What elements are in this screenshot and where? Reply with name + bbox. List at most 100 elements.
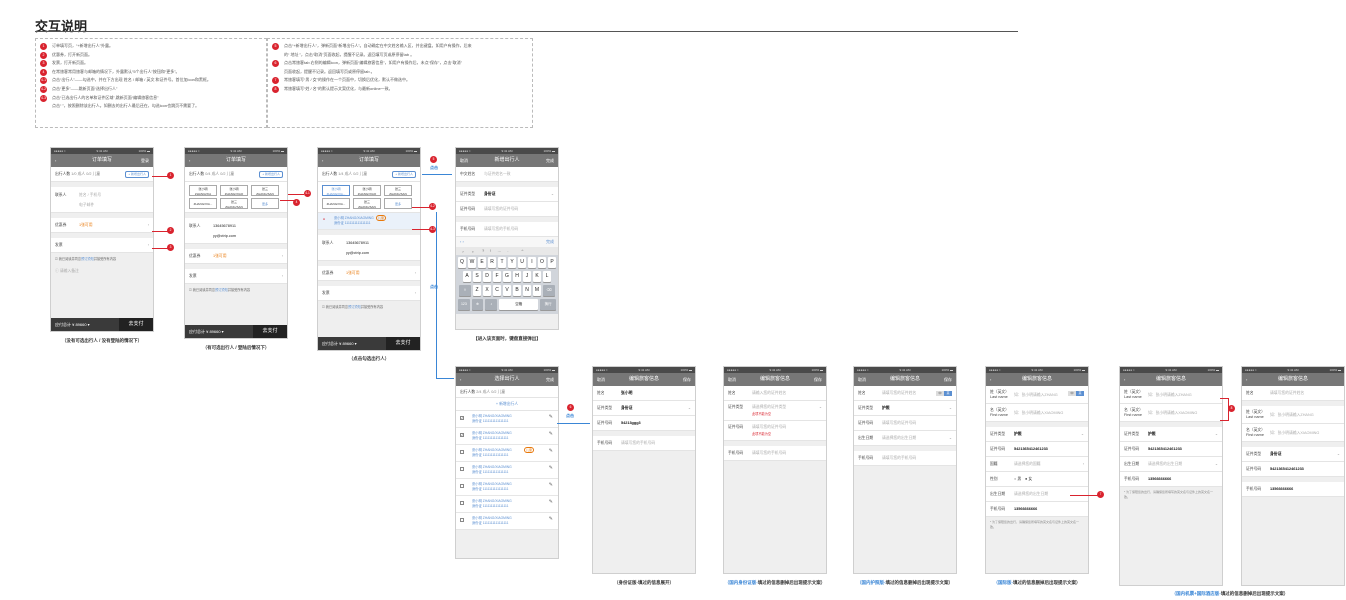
- keyboard-done-button[interactable]: 完成: [546, 237, 554, 247]
- idtype-select[interactable]: 证件类型 护照 ⌄: [986, 427, 1088, 442]
- idtype-select[interactable]: 证件类型 身份证 ⌄: [456, 187, 558, 202]
- phone-field[interactable]: 手机号码 13566666666: [1242, 482, 1344, 497]
- edit-icon[interactable]: ✎: [549, 500, 553, 505]
- traveler-chip[interactable]: 张三 ZHANG/SAN: [384, 185, 412, 196]
- list-item[interactable]: 张小明 ZHANG/XIAOMING 身份证 1111111111111111 ✎: [456, 513, 558, 530]
- remove-icon[interactable]: ⊖: [322, 218, 326, 222]
- edit-icon[interactable]: ✎: [549, 483, 553, 488]
- key[interactable]: M: [533, 285, 541, 296]
- punctuation-row[interactable]: ，。?!…. ^: [456, 247, 558, 255]
- booking-terms-link[interactable]: 预订须知: [215, 288, 228, 292]
- invoice-row[interactable]: 发票 ›: [318, 286, 420, 301]
- key[interactable]: W: [468, 257, 476, 268]
- key[interactable]: K: [533, 271, 541, 282]
- save-button[interactable]: 保存: [683, 373, 691, 386]
- edit-icon[interactable]: ✎: [549, 449, 553, 454]
- agreement[interactable]: ☑ 我已阅读并同意预订须知并接受所有内容: [318, 301, 420, 312]
- agreement[interactable]: ☑ 我已阅读并同意预订须知并接受所有内容: [51, 253, 153, 264]
- idtype-select[interactable]: 证件类型 护照 ⌄: [854, 401, 956, 416]
- last-name-field[interactable]: 姓（英文） Last name 如：张小明请输入ZHANG: [1242, 406, 1344, 424]
- key[interactable]: L: [543, 271, 551, 282]
- name-field[interactable]: 姓名 请填写您的证件姓名: [1242, 386, 1344, 401]
- edit-icon[interactable]: ✎: [549, 432, 553, 437]
- idtype-select[interactable]: 证件类型 身份证 ⌄: [593, 401, 695, 416]
- traveler-chip[interactable]: 张小明 ZHANG/XIAO: [220, 185, 248, 196]
- checkbox[interactable]: [460, 484, 464, 488]
- idtype-select[interactable]: 证件类型 护照 ⌄: [1120, 427, 1222, 442]
- phone-field[interactable]: 手机号码 13566666666: [1120, 472, 1222, 487]
- total-price[interactable]: 应付总计 ¥ 89660 ▾: [322, 341, 357, 346]
- booking-terms-link[interactable]: 预订须知: [81, 257, 94, 261]
- key[interactable]: R: [488, 257, 496, 268]
- key[interactable]: G: [503, 271, 511, 282]
- done-button[interactable]: 完成: [546, 154, 554, 167]
- total-price[interactable]: 应付总计 ¥ 89660 ▾: [189, 329, 224, 334]
- list-item[interactable]: 张小明 ZHANG/XIAOMING 身份证 1111111111111111 ✎: [456, 496, 558, 513]
- done-button[interactable]: 完成: [546, 373, 554, 386]
- contact-row[interactable]: 联系人 13645678911 yy@ctrip.com: [318, 235, 420, 261]
- key[interactable]: O: [538, 257, 546, 268]
- idno-field[interactable]: 证件号码 5421365412461233: [986, 442, 1088, 457]
- checkbox[interactable]: [460, 501, 464, 505]
- lang-toggle[interactable]: 中英: [936, 391, 952, 396]
- coupon-row[interactable]: 优惠券 1张可用 ›: [318, 266, 420, 281]
- back-icon[interactable]: ‹: [1124, 373, 1125, 386]
- key[interactable]: B: [513, 285, 521, 296]
- list-item[interactable]: ✓ 张小明 ZHANG/XIAOMING 身份证 1111111111111111 ✎: [456, 428, 558, 445]
- back-icon[interactable]: ‹: [55, 154, 56, 167]
- phone-field[interactable]: 手机号码 请填写您的手机号码: [456, 222, 558, 237]
- name-field[interactable]: 姓名 张小明: [593, 386, 695, 401]
- save-button[interactable]: 保存: [814, 373, 822, 386]
- idno-field[interactable]: 证件号码 54213ggg3: [593, 416, 695, 431]
- add-traveler-button[interactable]: + 新增出行人: [125, 171, 149, 178]
- last-name-field[interactable]: 姓（英文） Last name 如：张小明请输入ZHANG: [1120, 386, 1222, 404]
- remark-input[interactable]: ⓘ 请输入备注: [51, 264, 153, 279]
- key[interactable]: J: [523, 271, 531, 282]
- selected-traveler[interactable]: ⊖ 张小明 ZHANG/XIAOMING 儿童 身份证 111111111111111…: [318, 213, 420, 230]
- login-button[interactable]: 登录: [141, 154, 149, 167]
- mic-icon[interactable]: ♪: [485, 299, 498, 310]
- traveler-chip[interactable]: ZHANG/XIA...: [189, 198, 217, 209]
- backspace-icon[interactable]: ⌫: [543, 285, 555, 296]
- numbers-key[interactable]: 123: [458, 299, 470, 310]
- first-name-field[interactable]: 名（英文） First name 如：张小明请输入XIAOMING: [986, 404, 1088, 422]
- booking-terms-link[interactable]: 预订须知: [348, 305, 361, 309]
- traveler-chip[interactable]: 张三 ZHANG/SAN: [353, 198, 381, 209]
- idno-field[interactable]: 证件号码 请填写您的证件号码: [854, 416, 956, 431]
- key[interactable]: D: [483, 271, 491, 282]
- name-field[interactable]: 姓名 请填写您的证件姓名 中英: [854, 386, 956, 401]
- key[interactable]: Z: [473, 285, 481, 296]
- key[interactable]: I: [528, 257, 536, 268]
- coupon-row[interactable]: 优惠券 1张可用 ›: [185, 249, 287, 264]
- edit-icon[interactable]: ✎: [549, 415, 553, 420]
- coupon-row[interactable]: 优惠券 1张可用 ›: [51, 218, 153, 233]
- contact-row[interactable]: 联系人 13645678911 yy@ctrip.com: [185, 218, 287, 244]
- key[interactable]: T: [498, 257, 506, 268]
- back-icon[interactable]: ‹: [322, 154, 323, 167]
- prev-next-icon[interactable]: ‹ ›: [460, 237, 464, 247]
- checkbox[interactable]: [460, 450, 464, 454]
- pay-button[interactable]: 去支付: [253, 325, 287, 338]
- key[interactable]: P: [548, 257, 556, 268]
- shift-icon[interactable]: ⇧: [459, 285, 471, 296]
- more-travelers-button[interactable]: 更多: [251, 198, 279, 209]
- list-item[interactable]: 张小明 ZHANG/XIAOMING 身份证 1111111111111111 儿童…: [456, 445, 558, 462]
- key[interactable]: N: [523, 285, 531, 296]
- phone-field[interactable]: 手机号码 请填写您的手机号码: [593, 436, 695, 451]
- phone-field[interactable]: 手机号码 13566666666: [986, 502, 1088, 517]
- idno-field[interactable]: 证件号码 请填写您的证件号码 此项不能为空: [724, 421, 826, 441]
- key[interactable]: S: [473, 271, 481, 282]
- name-field[interactable]: 姓名 请输入您的证件姓名: [724, 386, 826, 401]
- key[interactable]: H: [513, 271, 521, 282]
- key[interactable]: Y: [508, 257, 516, 268]
- globe-icon[interactable]: ⊕: [471, 299, 484, 310]
- edit-icon[interactable]: ✎: [549, 466, 553, 471]
- contact-row[interactable]: 联系人 姓名 / 手机号 电子邮件: [51, 187, 153, 213]
- agreement[interactable]: ☑ 我已阅读并同意预订须知并接受所有内容: [185, 284, 287, 295]
- key[interactable]: F: [493, 271, 501, 282]
- birth-field[interactable]: 出生日期 请选择您的出生日期 ⌄: [1120, 457, 1222, 472]
- back-icon[interactable]: ‹: [460, 373, 461, 386]
- list-item[interactable]: ✓ 张小明 ZHANG/XIAOMING 身份证 1111111111111111 ✎: [456, 411, 558, 428]
- checkbox[interactable]: [460, 467, 464, 471]
- pay-button[interactable]: 去支付: [119, 318, 153, 331]
